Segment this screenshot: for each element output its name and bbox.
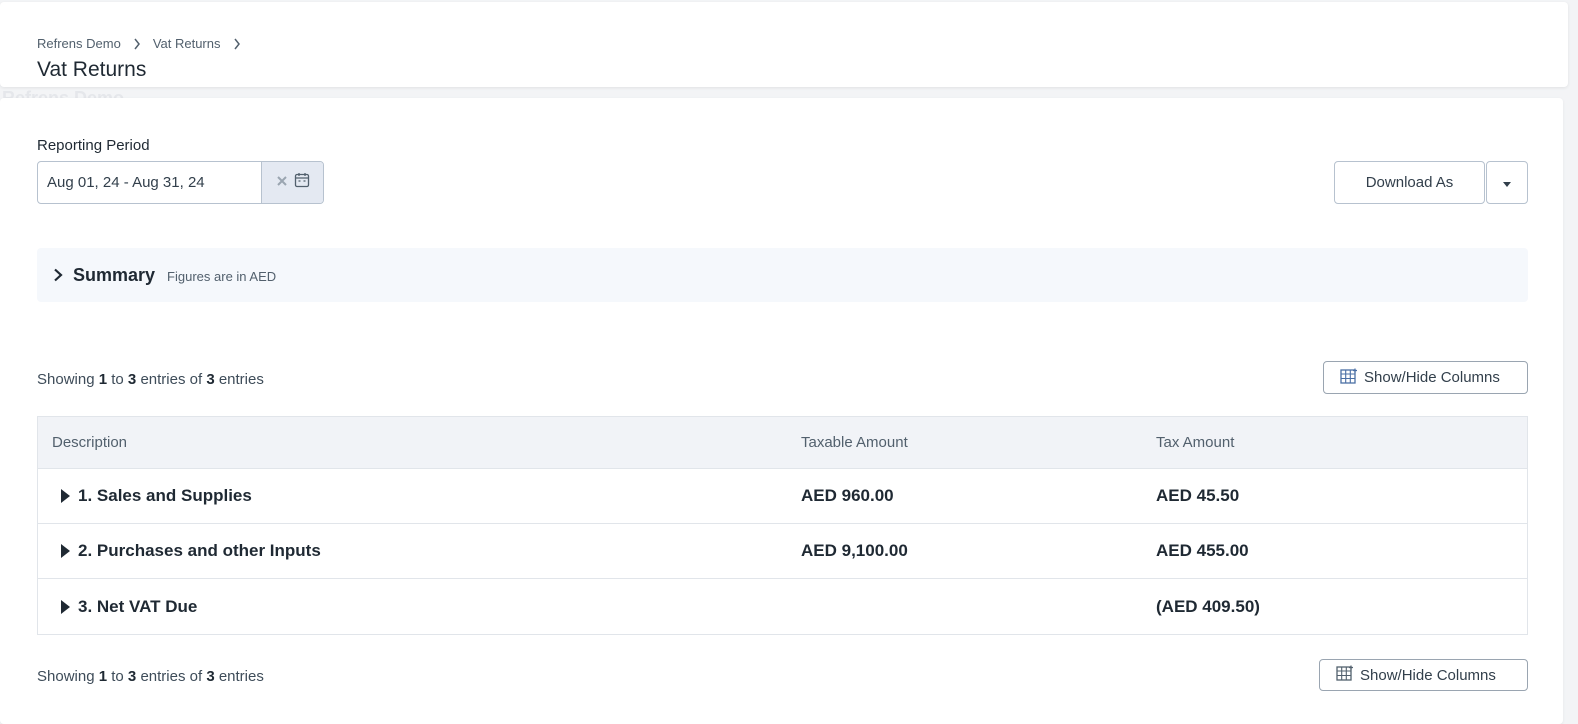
column-header-taxable-amount: Taxable Amount — [801, 434, 908, 451]
caret-right-icon[interactable] — [61, 544, 70, 558]
summary-title: Summary — [73, 264, 156, 285]
table-row[interactable]: 1. Sales and Supplies AED 960.00 AED 45.… — [38, 469, 1527, 524]
row-taxable-amount: AED 960.00 — [801, 486, 894, 505]
show-hide-columns-button[interactable]: Show/Hide Columns — [1319, 659, 1528, 691]
entries-info-top: Showing 1 to 3 entries of 3 entries — [37, 371, 264, 388]
page-header: Refrens Demo Vat Returns Vat Returns — [0, 2, 1568, 87]
entries-to: 3 — [127, 371, 137, 388]
breadcrumb-item-refrens-demo[interactable]: Refrens Demo — [37, 36, 121, 51]
row-description: 2. Purchases and other Inputs — [78, 541, 321, 560]
entries-suffix: entries — [218, 668, 264, 685]
row-tax-amount: AED 45.50 — [1156, 486, 1240, 505]
caret-right-icon[interactable] — [61, 489, 70, 503]
summary-subtitle: Figures are in AED — [167, 268, 277, 284]
row-taxable-amount: AED 9,100.00 — [801, 541, 908, 560]
row-tax-amount: AED 455.00 — [1156, 541, 1249, 560]
download-as-button[interactable]: Download As — [1334, 161, 1485, 204]
entries-mid: entries of — [140, 371, 203, 388]
entries-to: 3 — [127, 668, 137, 685]
row-description: 3. Net VAT Due — [78, 596, 198, 616]
entries-total: 3 — [206, 371, 215, 388]
breadcrumb: Refrens Demo Vat Returns — [37, 36, 253, 51]
table-header: Description Taxable Amount Tax Amount — [38, 417, 1527, 469]
show-hide-columns-label: Show/Hide Columns — [1364, 369, 1500, 386]
clear-icon[interactable] — [276, 174, 288, 192]
chevron-right-icon — [53, 268, 63, 282]
date-range-value[interactable]: Aug 01, 24 - Aug 31, 24 — [38, 162, 261, 203]
vat-table: Description Taxable Amount Tax Amount 1.… — [37, 416, 1528, 635]
page-title: Vat Returns — [37, 58, 147, 81]
download-options-button[interactable] — [1486, 161, 1528, 204]
table-row[interactable]: 2. Purchases and other Inputs AED 9,100.… — [38, 524, 1527, 579]
caret-right-icon[interactable] — [61, 599, 70, 614]
reporting-period-label: Reporting Period — [37, 137, 150, 154]
show-hide-columns-label: Show/Hide Columns — [1360, 666, 1496, 684]
entries-from: 1 — [98, 668, 108, 685]
entries-prefix: Showing — [37, 371, 95, 388]
columns-icon — [1340, 368, 1358, 388]
date-range-picker[interactable]: Aug 01, 24 - Aug 31, 24 — [37, 161, 324, 204]
summary-toggle[interactable]: Summary Figures are in AED — [37, 248, 1528, 302]
calendar-icon[interactable] — [294, 172, 310, 193]
entries-to-word: to — [111, 371, 124, 388]
entries-prefix: Showing — [37, 668, 95, 685]
breadcrumb-item-vat-returns[interactable]: Vat Returns — [153, 36, 221, 51]
caret-down-icon — [1503, 174, 1511, 192]
column-header-tax-amount: Tax Amount — [1156, 434, 1235, 451]
show-hide-columns-button[interactable]: Show/Hide Columns — [1323, 361, 1528, 394]
entries-from: 1 — [98, 371, 108, 388]
chevron-right-icon — [133, 38, 141, 50]
chevron-right-icon — [233, 38, 241, 50]
entries-info-bottom: Showing 1 to 3 entries of 3 entries — [37, 668, 264, 685]
row-tax-amount: (AED 409.50) — [1156, 596, 1260, 616]
date-picker-addon — [261, 162, 323, 203]
entries-suffix: entries — [218, 371, 264, 388]
columns-icon — [1336, 665, 1354, 685]
ghost-text: Refrens Demo — [2, 88, 125, 98]
column-header-description: Description — [52, 434, 128, 451]
row-description: 1. Sales and Supplies — [78, 486, 252, 505]
entries-mid: entries of — [140, 668, 203, 685]
entries-to-word: to — [111, 668, 124, 685]
table-row[interactable]: 3. Net VAT Due (AED 409.50) — [38, 579, 1527, 634]
entries-total: 3 — [206, 668, 215, 685]
